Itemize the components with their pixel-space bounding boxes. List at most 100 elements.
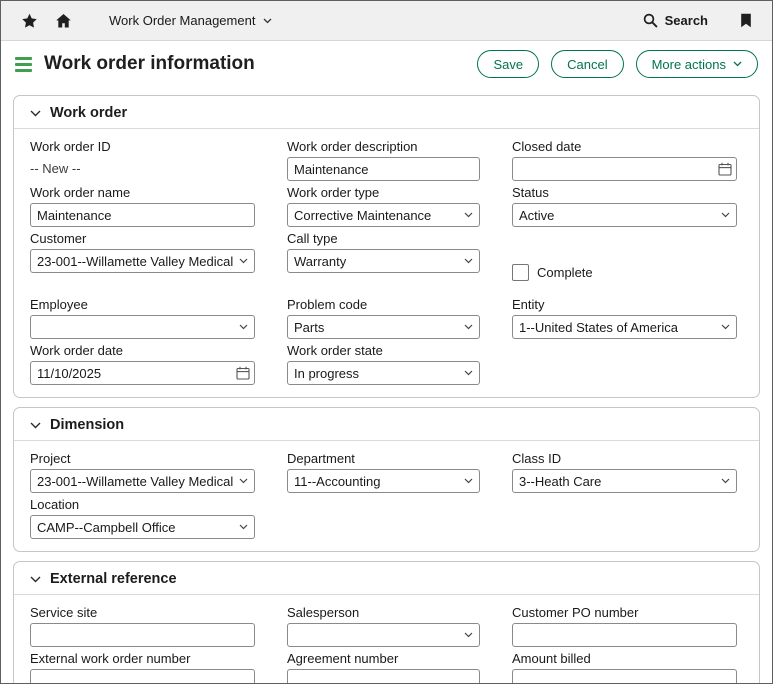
section-title: External reference [50, 571, 177, 587]
call-type-select[interactable]: Warranty [287, 249, 480, 273]
field-amount-billed: Amount billed [512, 651, 737, 684]
closed-date-input[interactable] [512, 157, 737, 181]
department-select[interactable]: 11--Accounting [287, 469, 480, 493]
chevron-down-icon [464, 632, 473, 638]
class-id-select[interactable]: 3--Heath Care [512, 469, 737, 493]
salesperson-select[interactable] [287, 623, 480, 647]
complete-label: Complete [537, 265, 593, 280]
chevron-down-icon [30, 576, 41, 583]
work-order-fields: Work order ID -- New -- Work order descr… [14, 129, 759, 397]
status-select[interactable]: Active [512, 203, 737, 227]
amount-billed-label: Amount billed [512, 651, 737, 666]
problem-code-value: Parts [294, 320, 324, 335]
chevron-down-icon [239, 324, 248, 330]
work-order-name-input[interactable] [30, 203, 255, 227]
field-call-type: Call type Warranty [287, 231, 480, 293]
status-label: Status [512, 185, 737, 200]
work-order-section-toggle[interactable]: Work order [14, 96, 759, 129]
more-actions-button[interactable]: More actions [636, 50, 758, 78]
search-label: Search [665, 13, 708, 28]
app-menu[interactable]: Work Order Management [109, 13, 272, 28]
call-type-label: Call type [287, 231, 480, 246]
work-order-state-select[interactable]: In progress [287, 361, 480, 385]
problem-code-select[interactable]: Parts [287, 315, 480, 339]
external-reference-section-toggle[interactable]: External reference [14, 562, 759, 595]
chevron-down-icon [464, 478, 473, 484]
project-label: Project [30, 451, 255, 466]
location-select[interactable]: CAMP--Campbell Office [30, 515, 255, 539]
field-salesperson: Salesperson [287, 605, 480, 647]
external-reference-section: External reference Service site Salesper… [13, 561, 760, 684]
work-order-type-value: Corrective Maintenance [294, 208, 431, 223]
work-order-section: Work order Work order ID -- New -- Work … [13, 95, 760, 398]
department-value: 11--Accounting [294, 474, 380, 489]
chevron-down-icon [464, 258, 473, 264]
section-title: Work order [50, 105, 127, 121]
external-work-order-number-input[interactable] [30, 669, 255, 684]
chevron-down-icon [30, 110, 41, 117]
app-menu-label: Work Order Management [109, 13, 255, 28]
field-employee: Employee [30, 297, 255, 339]
field-work-order-description: Work order description [287, 139, 480, 181]
customer-select[interactable]: 23-001--Willamette Valley Medical [30, 249, 255, 273]
chevron-down-icon [721, 212, 730, 218]
search-button[interactable]: Search [643, 13, 708, 28]
call-type-value: Warranty [294, 254, 346, 269]
cancel-button[interactable]: Cancel [551, 50, 623, 78]
field-problem-code: Problem code Parts [287, 297, 480, 339]
field-work-order-id: Work order ID -- New -- [30, 139, 255, 181]
agreement-number-input[interactable] [287, 669, 480, 684]
field-customer: Customer 23-001--Willamette Valley Medic… [30, 231, 255, 293]
work-order-description-input[interactable] [287, 157, 480, 181]
calendar-icon[interactable] [236, 366, 250, 380]
entity-label: Entity [512, 297, 737, 312]
dimension-section-toggle[interactable]: Dimension [14, 408, 759, 441]
chevron-down-icon [263, 18, 272, 24]
work-order-description-label: Work order description [287, 139, 480, 154]
external-work-order-number-label: External work order number [30, 651, 255, 666]
entity-select[interactable]: 1--United States of America [512, 315, 737, 339]
class-id-value: 3--Heath Care [519, 474, 601, 489]
employee-select[interactable] [30, 315, 255, 339]
customer-po-number-input[interactable] [512, 623, 737, 647]
menu-icon[interactable] [15, 57, 32, 72]
agreement-number-label: Agreement number [287, 651, 480, 666]
topbar-right: Search [643, 9, 758, 33]
dimension-fields: Project 23-001--Willamette Valley Medica… [14, 441, 759, 551]
work-order-window: Work Order Management Search Work order … [0, 0, 773, 684]
location-label: Location [30, 497, 255, 512]
closed-date-label: Closed date [512, 139, 737, 154]
work-order-type-select[interactable]: Corrective Maintenance [287, 203, 480, 227]
field-work-order-state: Work order state In progress [287, 343, 480, 385]
page-title: Work order information [44, 54, 255, 75]
entity-value: 1--United States of America [519, 320, 678, 335]
chevron-down-icon [464, 370, 473, 376]
chevron-down-icon [721, 324, 730, 330]
field-status: Status Active [512, 185, 737, 227]
chevron-down-icon [464, 212, 473, 218]
service-site-input[interactable] [30, 623, 255, 647]
amount-billed-input[interactable] [512, 669, 737, 684]
header-actions: Save Cancel More actions [477, 50, 758, 78]
chevron-down-icon [30, 422, 41, 429]
bookmark-icon[interactable] [734, 9, 758, 33]
chevron-down-icon [733, 61, 742, 67]
chevron-down-icon [239, 258, 248, 264]
star-icon[interactable] [17, 9, 41, 33]
work-order-date-label: Work order date [30, 343, 255, 358]
field-department: Department 11--Accounting [287, 451, 480, 493]
search-icon [643, 13, 658, 28]
field-closed-date: Closed date [512, 139, 737, 181]
save-button[interactable]: Save [477, 50, 539, 78]
work-order-id-label: Work order ID [30, 139, 255, 154]
complete-checkbox[interactable] [512, 264, 529, 281]
project-select[interactable]: 23-001--Willamette Valley Medical [30, 469, 255, 493]
topbar: Work Order Management Search [1, 1, 772, 41]
field-service-site: Service site [30, 605, 255, 647]
work-order-type-label: Work order type [287, 185, 480, 200]
work-order-date-input[interactable] [30, 361, 255, 385]
calendar-icon[interactable] [718, 162, 732, 176]
department-label: Department [287, 451, 480, 466]
home-icon[interactable] [51, 9, 75, 33]
employee-label: Employee [30, 297, 255, 312]
